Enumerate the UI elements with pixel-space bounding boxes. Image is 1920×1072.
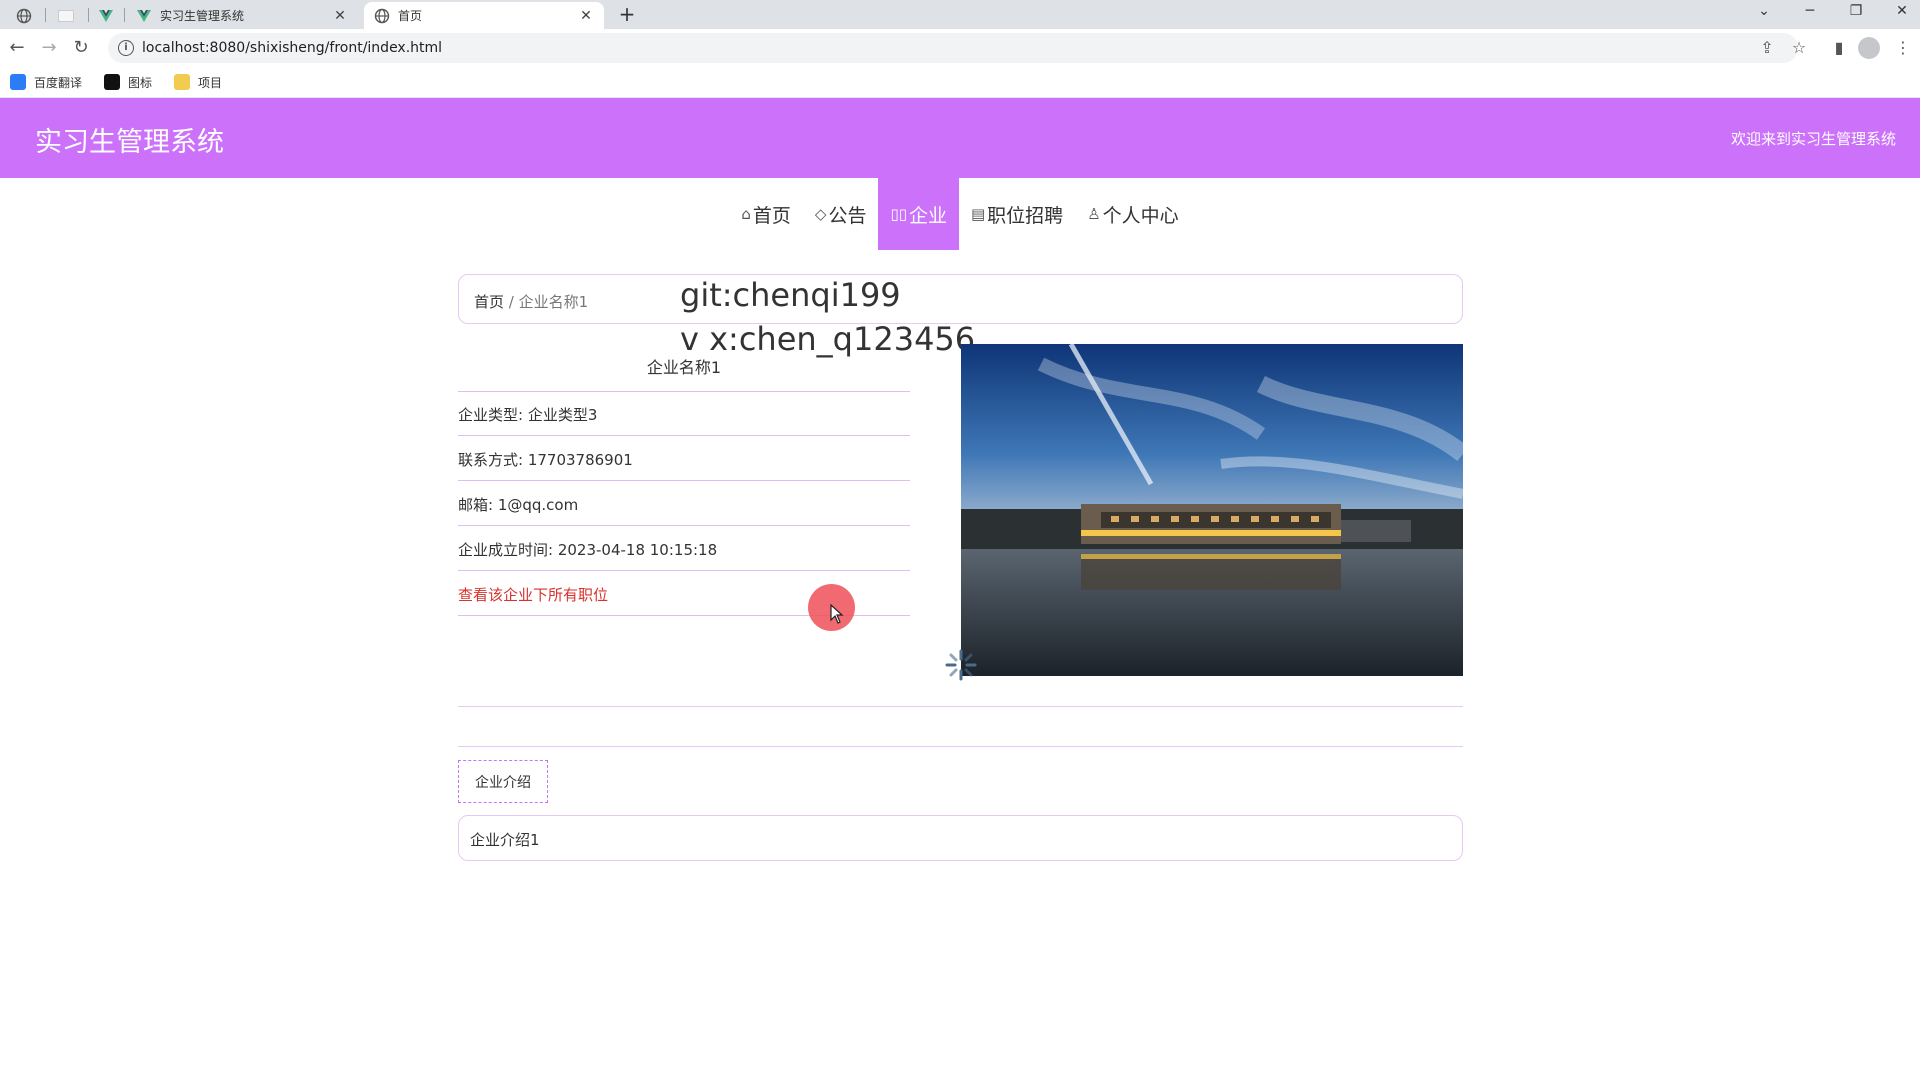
nav-item-company[interactable]: ▯▯ 企业 [878,178,959,250]
tab-company-intro[interactable]: 企业介绍 [458,760,548,803]
nav-item-label: 企业 [908,204,947,227]
pinned-tab-blank[interactable] [50,4,82,28]
bookmark-project[interactable]: 项目 [174,74,222,91]
browser-toolbar: ← → ↻ i localhost:8080/shixisheng/front/… [0,29,1920,67]
nav-item-label: 职位招聘 [987,204,1064,227]
company-phone: 联系方式: 17703786901 [458,451,633,469]
vue-logo-icon [99,10,113,22]
close-icon[interactable]: ✕ [332,8,348,24]
nav-item-label: 首页 [752,204,791,227]
view-all-jobs-link[interactable]: 查看该企业下所有职位 [458,584,608,605]
side-panel-icon[interactable]: ▮ [1826,35,1852,61]
restore-icon[interactable]: ❐ [1836,0,1876,24]
browser-tab-bar: 实习生管理系统 ✕ 首页 ✕ + ⌄ ─ ❐ ✕ [0,0,1920,29]
nav-item-label: 公告 [828,204,867,227]
company-icon: ▯▯ [890,205,907,223]
url-text[interactable]: localhost:8080/shixisheng/front/index.ht… [142,40,442,56]
tab-separator [124,8,125,22]
company-founded: 企业成立时间: 2023-04-18 10:15:18 [458,541,718,559]
watermark-line-1: git:chenqi199 [680,276,901,314]
bookmarks-bar: 百度翻译 图标 项目 [0,67,1920,98]
vue-logo-icon [136,8,152,24]
main-nav: ⌂ 首页 ◇ 公告 ▯▯ 企业 ▤ 职位招聘 ♙ 个人中心 [0,178,1920,250]
pinned-tab-vue[interactable] [90,4,122,28]
breadcrumb-separator: / [504,293,519,311]
tab-title: 首页 [398,9,423,23]
folder-icon [174,74,191,90]
new-tab-button[interactable]: + [614,2,640,28]
star-icon[interactable]: ☆ [1786,35,1812,61]
section-divider [458,746,1463,747]
bookmark-label: 图标 [128,75,153,90]
watermark-line-2: v x:chen_q123456 [680,320,976,358]
company-email: 邮箱: 1@qq.com [458,496,579,514]
section-divider [458,706,1463,707]
pinned-tab-globe[interactable] [8,4,40,28]
tab-title: 实习生管理系统 [160,9,245,23]
nav-item-jobs[interactable]: ▤ 职位招聘 [959,178,1075,250]
tab-separator [45,8,46,22]
tab-separator [88,8,89,22]
share-icon[interactable]: ⇪ [1754,35,1780,61]
home-icon: ⌂ [741,205,751,223]
globe-icon [374,8,390,24]
menu-dots-icon[interactable]: ⋮ [1890,35,1916,61]
site-header: 实习生管理系统 欢迎来到实习生管理系统 [0,98,1920,178]
info-icon[interactable]: i [118,40,134,56]
bookmark-icons[interactable]: 图标 [104,74,152,91]
tab-system[interactable]: 实习生管理系统 ✕ [126,2,358,29]
image-icon [104,74,121,90]
divider [458,391,910,392]
breadcrumb-home[interactable]: 首页 [474,293,504,311]
tab-search-icon[interactable]: ⌄ [1744,0,1784,24]
address-bar[interactable]: i localhost:8080/shixisheng/front/index.… [108,33,1798,63]
site-title: 实习生管理系统 [35,127,224,158]
company-type: 企业类型: 企业类型3 [458,406,598,424]
profile-avatar[interactable] [1858,37,1880,59]
divider [458,435,910,436]
reload-icon[interactable]: ↻ [68,35,94,61]
forward-icon[interactable]: → [36,35,62,61]
tag-icon: ◇ [814,205,827,223]
breadcrumb-container: 首页 / 企业名称1 [458,274,1463,324]
loading-spinner-icon [945,649,977,681]
nav-item-label: 个人中心 [1102,204,1179,227]
minimize-icon[interactable]: ─ [1790,0,1830,24]
breadcrumb: 首页 / 企业名称1 [474,291,588,312]
close-window-icon[interactable]: ✕ [1882,0,1920,24]
company-name: 企业名称1 [646,358,722,377]
calendar-icon: ▤ [970,205,986,223]
nav-item-home[interactable]: ⌂ 首页 [729,178,803,250]
bookmark-baidu-translate[interactable]: 百度翻译 [10,74,82,91]
welcome-text: 欢迎来到实习生管理系统 [1730,130,1896,148]
nav-item-profile[interactable]: ♙ 个人中心 [1075,178,1190,250]
intro-content: 企业介绍1 [470,831,540,849]
cursor-icon [830,604,844,624]
blank-page-icon [58,10,74,22]
intro-content-box: 企业介绍1 [458,815,1463,861]
user-icon: ♙ [1087,205,1101,223]
translate-icon [10,74,26,90]
bookmark-label: 百度翻译 [34,75,83,90]
company-photo [961,344,1463,676]
nav-item-notice[interactable]: ◇ 公告 [803,178,879,250]
tab-home[interactable]: 首页 ✕ [364,2,604,29]
breadcrumb-current: 企业名称1 [518,293,589,311]
divider [458,525,910,526]
divider [458,570,910,571]
back-icon[interactable]: ← [4,35,30,61]
divider [458,480,910,481]
close-icon[interactable]: ✕ [578,8,594,24]
bookmark-label: 项目 [198,75,223,90]
globe-icon [16,8,32,24]
